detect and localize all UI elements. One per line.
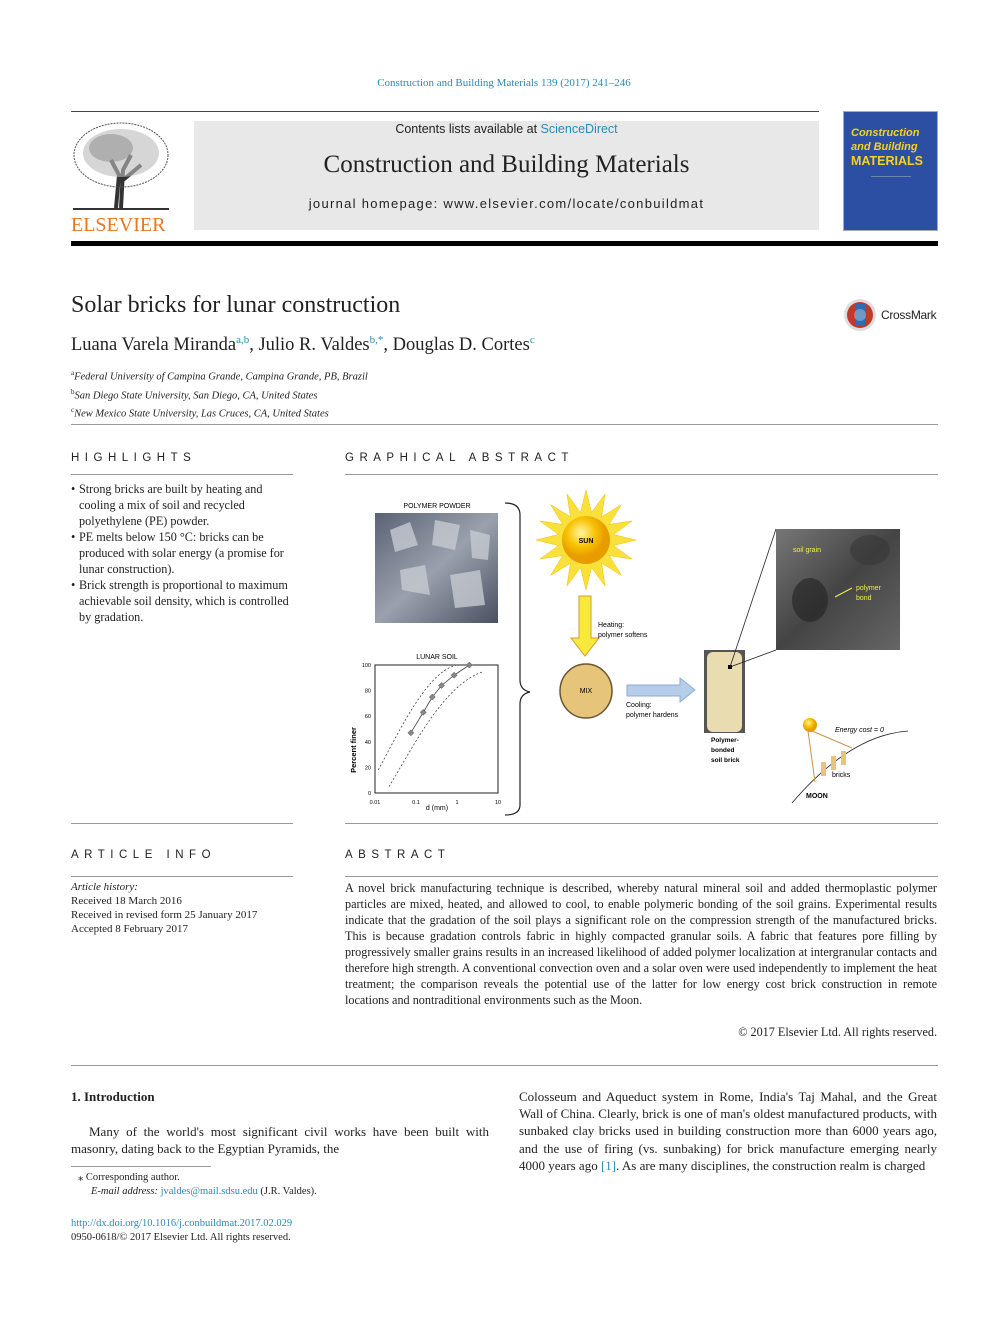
highlights-heading: HIGHLIGHTS [71, 452, 197, 464]
article-history: Article history: Received 18 March 2016 … [71, 880, 257, 936]
x-tick-label: 10 [495, 800, 501, 806]
doi-link[interactable]: http://dx.doi.org/10.1016/j.conbuildmat.… [71, 1218, 292, 1229]
x-tick-label: 0.1 [412, 800, 420, 806]
footnote-marker: ⁎ [78, 1172, 84, 1183]
y-tick-label: 20 [365, 765, 371, 771]
highlight-item: Brick strength is proportional to maximu… [71, 577, 295, 625]
cooling-label: polymer hardens [626, 712, 679, 719]
polymer-bond-label: bond [856, 595, 872, 602]
accepted-date: Accepted 8 February 2017 [71, 923, 188, 935]
polymer-powder-label: POLYMER POWDER [403, 503, 470, 510]
polymer-bond-label: polymer [856, 585, 882, 592]
soil-grain-label: soil grain [793, 547, 821, 554]
footnote: ⁎ Corresponding author. E-mail address: … [78, 1171, 317, 1199]
footnote-text: (J.R. Valdes). [257, 1186, 317, 1197]
brick-label: bonded [711, 747, 734, 754]
journal-homepage[interactable]: journal homepage: www.elsevier.com/locat… [194, 196, 819, 211]
affiliation-text: New Mexico State University, Las Cruces,… [74, 408, 329, 420]
cooling-label: Cooling: [626, 702, 652, 709]
sun-label: SUN [579, 538, 594, 545]
email-link[interactable]: jvaldes@mail.sdsu.edu [161, 1186, 258, 1197]
graphical-abstract-heading: GRAPHICAL ABSTRACT [345, 452, 574, 464]
author-affiliation-sup[interactable]: a,b [236, 334, 249, 346]
history-label: Article history: [71, 881, 138, 893]
affiliation-text: Federal University of Campina Grande, Ca… [74, 371, 368, 383]
abstract-text: A novel brick manufacturing technique is… [345, 881, 937, 1007]
x-axis-label: d (mm) [426, 805, 448, 812]
affiliations: aFederal University of Campina Grande, C… [71, 366, 368, 422]
citation-link[interactable]: Construction and Building Materials 139 … [0, 77, 992, 89]
cover-title-line: MATERIALS [851, 154, 923, 168]
x-tick-label: 0.01 [370, 800, 381, 806]
received-date: Received 18 March 2016 [71, 895, 182, 907]
intro-paragraph: Many of the world's most significant civ… [71, 1124, 489, 1157]
affiliation: aFederal University of Campina Grande, C… [71, 366, 368, 385]
affiliation: cNew Mexico State University, Las Cruces… [71, 403, 368, 422]
heating-arrow [569, 595, 601, 657]
contents-text: Contents lists available at [395, 122, 541, 136]
sciencedirect-link[interactable]: ScienceDirect [541, 122, 618, 136]
lunar-soil-label: LUNAR SOIL [416, 654, 458, 661]
elsevier-logo[interactable]: ELSEVIER [71, 120, 171, 236]
author-affiliation-sup[interactable]: b,* [370, 334, 384, 346]
y-tick-label: 100 [362, 663, 371, 669]
cover-title-line: Construction [851, 127, 920, 139]
x-tick-label: 1 [455, 800, 458, 806]
text: . As are many disciplines, the construct… [616, 1157, 926, 1173]
y-axis-label: Percent finer [349, 727, 358, 773]
intro-paragraph-continued: Colosseum and Aqueduct system in Rome, I… [519, 1088, 937, 1174]
cooling-arrow [626, 676, 696, 704]
gradation-plot: 0 20 40 60 80 100 0.01 0.1 1 10 [362, 661, 501, 806]
mix-label: MIX [580, 688, 593, 695]
heating-label: Heating: [598, 622, 624, 629]
elsevier-wordmark: ELSEVIER [71, 214, 166, 236]
author[interactable]: Julio R. Valdes [258, 335, 369, 355]
crossmark-icon [844, 299, 876, 331]
y-tick-label: 40 [365, 740, 371, 746]
journal-title: Construction and Building Materials [323, 151, 690, 178]
heating-label: polymer softens [598, 632, 648, 639]
highlight-item: Strong bricks are built by heating and c… [71, 481, 295, 529]
brick-label: Polymer- [711, 737, 739, 744]
crossmark-button[interactable]: CrossMark [843, 298, 937, 332]
page-footer: http://dx.doi.org/10.1016/j.conbuildmat.… [71, 1217, 292, 1245]
y-tick-label: 80 [365, 689, 371, 695]
energy-cost-label: Energy cost = 0 [835, 727, 884, 734]
crossmark-label: CrossMark [881, 308, 937, 322]
section-heading: 1. Introduction [71, 1089, 155, 1104]
journal-banner: Contents lists available at ScienceDirec… [194, 121, 819, 230]
abstract-heading: ABSTRACT [345, 849, 451, 861]
moon-label: MOON [806, 793, 828, 800]
sun-icon: SUN [535, 490, 637, 591]
email-label: E-mail address: [91, 1186, 161, 1197]
revised-date: Received in revised form 25 January 2017 [71, 909, 258, 921]
y-tick-label: 0 [368, 791, 371, 797]
author[interactable]: Douglas D. Cortes [393, 335, 530, 355]
article-info-heading: ARTICLE INFO [71, 849, 217, 861]
cover-title-line: and Building [851, 141, 918, 153]
abstract-copyright: © 2017 Elsevier Ltd. All rights reserved… [738, 1025, 937, 1039]
author[interactable]: Luana Varela Miranda [71, 335, 236, 355]
plot-frame [374, 664, 499, 794]
brick-label: soil brick [711, 757, 740, 764]
highlight-item: PE melts below 150 °C: bricks can be pro… [71, 529, 295, 577]
bracket [504, 502, 531, 816]
article-title: Solar bricks for lunar construction [71, 292, 401, 318]
affiliation: bSan Diego State University, San Diego, … [71, 385, 368, 404]
affiliation-text: San Diego State University, San Diego, C… [74, 390, 318, 401]
issn-copyright: 0950-0618/© 2017 Elsevier Ltd. All right… [71, 1232, 291, 1243]
small-sun-icon [803, 718, 817, 732]
author-affiliation-sup[interactable]: c [530, 334, 535, 346]
graphical-abstract-figure: POLYMER POWDER LUNAR SOIL 0 20 40 60 80 100 0.… [349, 490, 909, 816]
highlights-list: Strong bricks are built by heating and c… [71, 481, 295, 625]
reference-link[interactable]: [1] [601, 1158, 616, 1173]
footnote-text: Corresponding author. [85, 1172, 180, 1183]
author-list: Luana Varela Mirandaa,b, Julio R. Valdes… [71, 334, 535, 356]
y-tick-label: 60 [365, 714, 371, 720]
journal-cover[interactable]: Construction and Building MATERIALS [843, 111, 938, 231]
tree-icon [73, 122, 169, 210]
bricks-label: bricks [832, 772, 851, 779]
